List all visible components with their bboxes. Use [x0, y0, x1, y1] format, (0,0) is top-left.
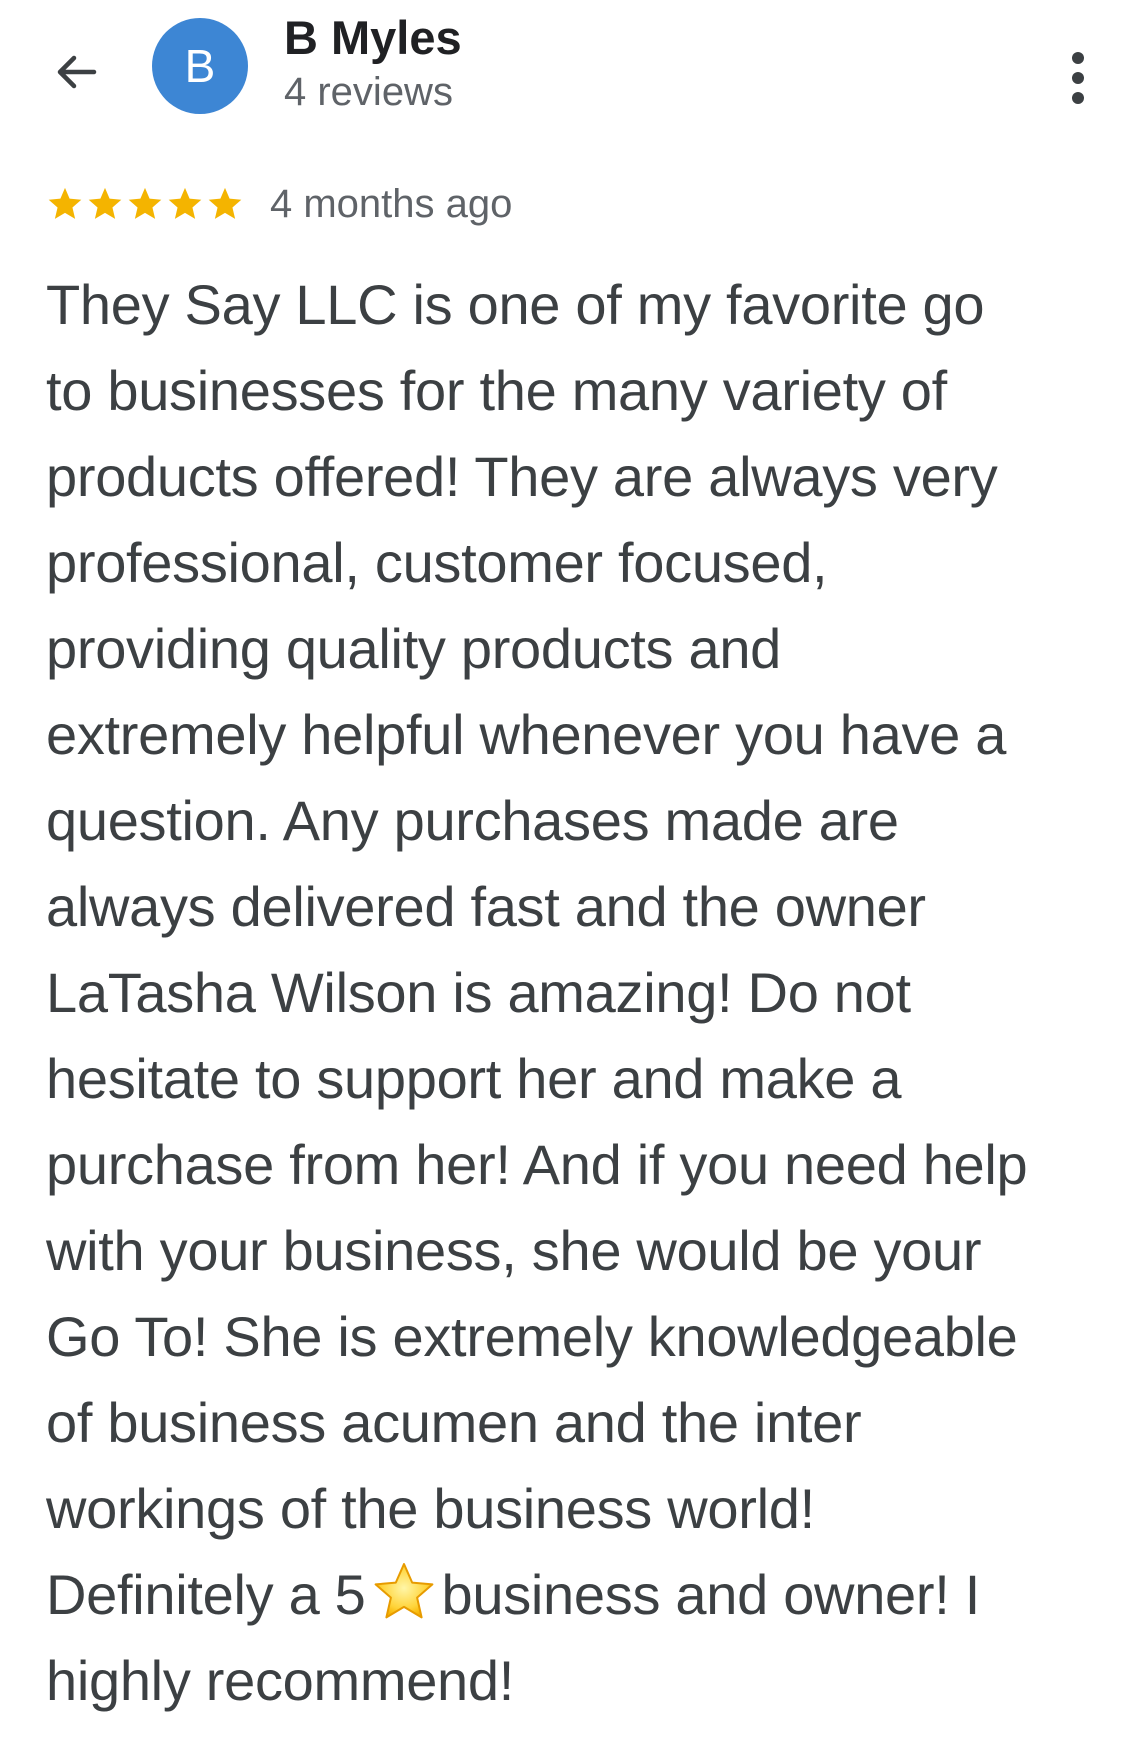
review-line: of business acumen and the inter [46, 1391, 862, 1454]
review-line: hesitate to support her and make a [46, 1047, 902, 1110]
review-line: products offered! They are always very [46, 445, 998, 508]
avatar[interactable]: B [152, 18, 248, 114]
arrow-back-icon [57, 55, 97, 89]
review-line: highly recommend! [46, 1649, 515, 1712]
star-icon [128, 187, 162, 219]
review-line: always delivered fast and the owner [46, 875, 926, 938]
review-line-text: Definitely a 5 [46, 1563, 366, 1626]
review-line: extremely helpful whenever you have a [46, 703, 1007, 766]
review-line: purchase from her! And if you need help [46, 1133, 1028, 1196]
rating-row: 4 months ago [46, 178, 512, 230]
more-options-button[interactable] [1050, 50, 1106, 106]
more-vert-icon [1072, 52, 1084, 104]
star-emoji-icon [374, 1563, 433, 1619]
star-icon [168, 187, 202, 219]
star-icon [208, 187, 242, 219]
review-line: Go To! She is extremely knowledgeable [46, 1305, 1018, 1368]
reviewer-review-count: 4 reviews [284, 70, 453, 114]
back-button[interactable] [48, 44, 104, 100]
reviewer-header: B B Myles 4 reviews [0, 0, 1129, 130]
review-line: They Say LLC is one of my favorite go [46, 273, 985, 336]
review-text: They Say LLC is one of my favorite go to… [46, 262, 1111, 1724]
star-icon [88, 187, 122, 219]
review-line: with your business, she would be your [46, 1219, 982, 1282]
review-line: to businesses for the many variety of [46, 359, 947, 422]
reviewer-name[interactable]: B Myles [284, 10, 462, 65]
review-line: question. Any purchases made are [46, 789, 899, 852]
review-line: providing quality products and [46, 617, 782, 680]
review-line: workings of the business world! [46, 1477, 815, 1540]
review-line: LaTasha Wilson is amazing! Do not [46, 961, 911, 1024]
star-icon [48, 187, 82, 219]
star-rating [46, 185, 244, 223]
review-time: 4 months ago [270, 181, 513, 226]
avatar-letter: B [184, 40, 216, 92]
review-line: professional, customer focused, [46, 531, 828, 594]
review-line: Definitely a 5 business and owner! I [46, 1552, 1111, 1638]
review-line-text: business and owner! I [441, 1563, 981, 1626]
